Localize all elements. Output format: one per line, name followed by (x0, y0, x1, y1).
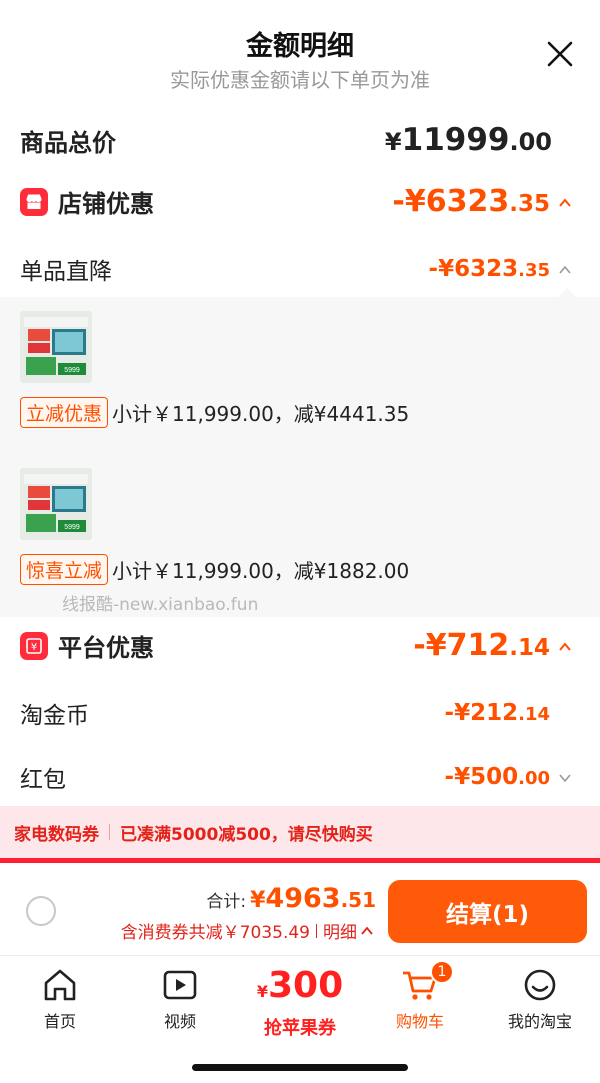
red-packet-row[interactable]: 红包 -¥500.00 (20, 760, 572, 794)
discount-tag: 惊喜立减 (20, 554, 109, 585)
savings-text: 含消费券共减￥7035.49 (120, 923, 310, 943)
tab-cart-label: 购物车 (395, 1012, 444, 1031)
item-discount-text: 小计￥11,999.00，减¥1882.00 (112, 559, 410, 583)
tab-cart[interactable]: 1 购物车 (360, 960, 480, 1032)
chevron-up-icon (559, 265, 571, 274)
total-value: ¥4963.51 (250, 883, 376, 914)
platform-discount-amount: -¥712.14 (413, 628, 572, 663)
home-icon (44, 969, 76, 1001)
svg-text:¥: ¥ (31, 642, 37, 653)
tab-mine[interactable]: 我的淘宝 (480, 968, 600, 1032)
video-icon (163, 970, 197, 1000)
single-item-discount-label: 单品直降 (20, 259, 112, 285)
red-packet-amount: -¥500.00 (445, 764, 572, 790)
checkout-button[interactable]: 结算(1) (388, 880, 587, 943)
detail-pointer (558, 288, 576, 297)
chevron-up-icon (559, 197, 571, 207)
platform-discount-label: 平台优惠 (58, 634, 154, 662)
total-price-label: 商品总价 (20, 128, 116, 157)
home-indicator (192, 1064, 408, 1071)
red-packet-label: 红包 (20, 767, 66, 793)
shop-discount-amount: -¥6323.35 (392, 184, 572, 219)
total-line: 合计: ¥4963.51 (206, 883, 376, 914)
item-discount-line: 惊喜立减 小计￥11,999.00，减¥1882.00 (20, 554, 409, 585)
close-icon[interactable] (546, 40, 574, 68)
tab-home-label: 首页 (43, 1012, 76, 1031)
promo-label: 抢苹果券 (264, 1018, 336, 1039)
cart-badge: 1 (430, 960, 454, 984)
item-discount-text: 小计￥11,999.00，减¥4441.35 (112, 402, 410, 426)
tab-mine-label: 我的淘宝 (507, 1012, 572, 1031)
detail-link[interactable]: 明细 (323, 918, 357, 943)
smile-icon (524, 969, 556, 1001)
taojinbi-amount: -¥212.14 (444, 700, 550, 726)
coupon-bar[interactable]: 家电数码券 已凑满5000减500，请尽快购买 (0, 806, 600, 858)
chevron-down-icon (559, 773, 571, 782)
item-discount-line: 立减优惠 小计￥11,999.00，减¥4441.35 (20, 397, 409, 428)
watermark: 线报酷-new.xianbao.fun (62, 595, 259, 615)
thumb-price: 5999 (64, 367, 80, 374)
total-label: 合计: (206, 892, 247, 912)
sheet-subtitle: 实际优惠金额请以下单页为准 (170, 68, 430, 92)
tab-home[interactable]: 首页 (0, 968, 120, 1032)
checkout-bar: 合计: ¥4963.51 含消费券共减￥7035.49 明细 结算(1) (0, 863, 600, 955)
tab-video[interactable]: 视频 (120, 968, 240, 1032)
tab-video-label: 视频 (163, 1012, 196, 1031)
total-price-value: ¥11999.00 (384, 122, 552, 158)
sheet-title: 金额明细 (246, 31, 354, 62)
tab-promo[interactable]: ¥300 抢苹果券 (240, 966, 360, 1040)
savings-divider (316, 923, 317, 938)
shop-discount-label: 店铺优惠 (58, 190, 154, 218)
coupon-divider (109, 824, 110, 840)
taojinbi-label: 淘金币 (20, 703, 89, 729)
amount-detail-sheet: 金额明细 实际优惠金额请以下单页为准 商品总价 ¥11999.00 店铺优惠 -… (0, 0, 600, 1083)
thumb-price: 5999 (64, 524, 80, 531)
product-thumbnail[interactable]: 5999 (20, 311, 92, 383)
savings-line: 含消费券共减￥7035.49 明细 (121, 918, 374, 943)
select-all-radio[interactable] (26, 896, 56, 926)
single-item-discount-amount: -¥6323.35 (429, 256, 572, 282)
product-thumbnail[interactable]: 5999 (20, 468, 92, 540)
coupon-message: 已凑满5000减500，请尽快购买 (120, 824, 373, 845)
platform-coupon-icon: ¥ (20, 631, 48, 660)
total-price-row: 商品总价 ¥11999.00 (20, 122, 572, 158)
platform-discount-row[interactable]: ¥ 平台优惠 -¥712.14 (20, 628, 572, 663)
taojinbi-row: 淘金币 -¥212.14 (20, 696, 572, 730)
shop-icon (20, 187, 48, 216)
single-item-discount-row[interactable]: 单品直降 -¥6323.35 (20, 252, 572, 286)
chevron-up-icon (361, 926, 373, 935)
bottom-tab-bar: 首页 视频 ¥300 抢苹果券 1 购物车 我的淘宝 (0, 955, 600, 1083)
item-detail-panel: 5999 立减优惠 小计￥11,999.00，减¥4441.35 5999 惊喜… (0, 297, 600, 617)
promo-amount: ¥300 (256, 965, 344, 1006)
chevron-up-icon (559, 641, 571, 651)
discount-tag: 立减优惠 (20, 397, 109, 428)
coupon-name: 家电数码券 (14, 824, 99, 845)
shop-discount-row[interactable]: 店铺优惠 -¥6323.35 (20, 184, 572, 219)
